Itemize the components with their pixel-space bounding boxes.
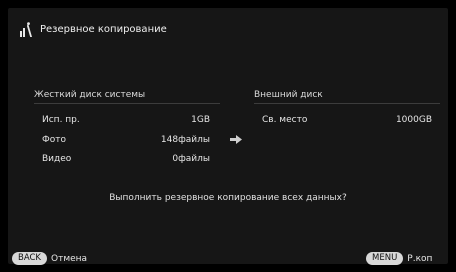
system-disk-title: Жесткий диск системы — [34, 90, 146, 100]
system-disk-row-value: 1GB — [191, 115, 210, 125]
back-button-label: Отмена — [51, 253, 88, 264]
system-disk-row-value: 0файлы — [172, 154, 210, 164]
system-disk-row-label: Исп. пр. — [42, 115, 80, 125]
system-disk-row-value: 148файлы — [160, 135, 210, 145]
system-disk-row-label: Видео — [42, 154, 72, 164]
system-disk-divider — [34, 103, 220, 104]
back-button[interactable]: BACK Отмена — [12, 252, 87, 265]
menu-button[interactable]: MENU Р.коп — [366, 252, 432, 265]
menu-button-label: Р.коп — [407, 253, 433, 264]
arrow-right-icon — [230, 135, 242, 144]
external-disk-title: Внешний диск — [254, 90, 323, 100]
backup-screen: Резервное копирование Жесткий диск систе… — [8, 8, 448, 265]
external-disk-row-label: Св. место — [262, 115, 308, 125]
external-disk-row-value: 1000GB — [395, 115, 432, 125]
system-disk-row-label: Фото — [42, 135, 67, 145]
confirmation-question: Выполнить резервное копирование всех дан… — [109, 193, 347, 203]
header: Резервное копирование — [20, 22, 167, 37]
page-title: Резервное копирование — [40, 24, 167, 35]
menu-key-badge: MENU — [366, 252, 404, 265]
back-key-badge: BACK — [12, 252, 48, 265]
backup-icon — [20, 22, 32, 37]
external-disk-divider — [254, 103, 440, 104]
